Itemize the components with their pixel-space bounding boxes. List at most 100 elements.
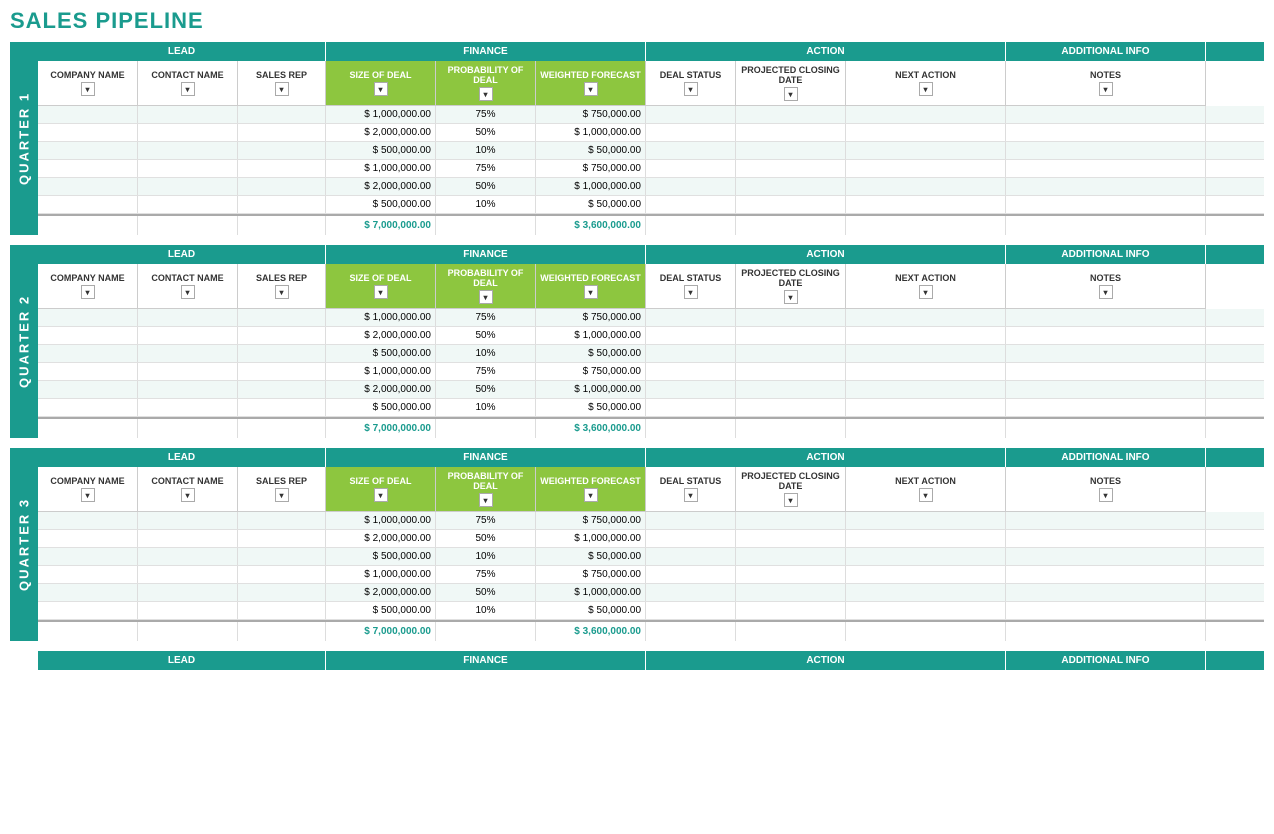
company-cell-q3-r2: [38, 530, 138, 547]
dropdown-arrow[interactable]: ▾: [275, 82, 289, 96]
notes-cell-q3-r6: [1006, 602, 1206, 619]
addinfo-section-header-q2: ADDITIONAL INFO: [1006, 245, 1206, 264]
size-of-deal-header-q2: SIZE OF DEAL▾: [326, 264, 436, 309]
prob-cell-q3-r1: 75%: [436, 512, 536, 529]
prob-cell-q1-r5: 50%: [436, 178, 536, 195]
dealstatus-cell-q2-r1: [646, 309, 736, 326]
dropdown-arrow[interactable]: ▾: [684, 82, 698, 96]
dropdown-arrow[interactable]: ▾: [479, 87, 493, 101]
weighted-cell-q1-r2: $ 1,000,000.00: [536, 124, 646, 141]
contact-name-header-q1: CONTACT NAME▾: [138, 61, 238, 106]
company-cell-q3-r6: [38, 602, 138, 619]
total-weighted-q3: $ 3,600,000.00: [536, 622, 646, 641]
addinfo-section-header-q3: ADDITIONAL INFO: [1006, 448, 1206, 467]
dropdown-arrow[interactable]: ▾: [1099, 488, 1113, 502]
nextaction-cell-q1-r4: [846, 160, 1006, 177]
sales-rep-header-label-q2: SALES REP: [256, 273, 307, 283]
notes-cell-q2-r4: [1006, 363, 1206, 380]
weighted-cell-q1-r6: $ 50,000.00: [536, 196, 646, 213]
total-prob-q2: [436, 419, 536, 438]
deal-status-header-label-q3: DEAL STATUS: [660, 476, 722, 486]
dropdown-arrow[interactable]: ▾: [919, 285, 933, 299]
salesrep-cell-q2-r4: [238, 363, 326, 380]
nextaction-cell-q3-r6: [846, 602, 1006, 619]
quarter-1-label: QUARTER 1: [10, 42, 38, 235]
probability-of-deal-header-q1: PROBABILITY OF DEAL▾: [436, 61, 536, 106]
finance-section-header-q3: FINANCE: [326, 448, 646, 467]
dropdown-arrow[interactable]: ▾: [275, 488, 289, 502]
dropdown-arrow[interactable]: ▾: [684, 488, 698, 502]
company-cell-q3-r4: [38, 566, 138, 583]
salesrep-cell-q2-r3: [238, 345, 326, 362]
weighted-cell-q3-r1: $ 750,000.00: [536, 512, 646, 529]
prob-cell-q1-r4: 75%: [436, 160, 536, 177]
probability-of-deal-header-q3: PROBABILITY OF DEAL▾: [436, 467, 536, 512]
total-action-0-q3: [646, 622, 736, 641]
company-cell-q2-r5: [38, 381, 138, 398]
deal-status-header-q3: DEAL STATUS ▾: [646, 467, 736, 512]
dropdown-arrow[interactable]: ▾: [479, 493, 493, 507]
weighted-cell-q3-r2: $ 1,000,000.00: [536, 530, 646, 547]
dropdown-arrow[interactable]: ▾: [1099, 285, 1113, 299]
dropdown-arrow[interactable]: ▾: [81, 488, 95, 502]
prob-cell-q1-r2: 50%: [436, 124, 536, 141]
dropdown-arrow[interactable]: ▾: [181, 285, 195, 299]
nextaction-cell-q3-r5: [846, 584, 1006, 601]
dropdown-arrow[interactable]: ▾: [81, 285, 95, 299]
dropdown-arrow[interactable]: ▾: [684, 285, 698, 299]
notes-cell-q1-r2: [1006, 124, 1206, 141]
dealstatus-cell-q2-r5: [646, 381, 736, 398]
size-cell-q1-r3: $ 500,000.00: [326, 142, 436, 159]
dropdown-arrow[interactable]: ▾: [784, 87, 798, 101]
quarters-container: QUARTER 1LEADFINANCEACTIONADDITIONAL INF…: [10, 42, 1264, 641]
salesrep-cell-q3-r3: [238, 548, 326, 565]
dropdown-arrow[interactable]: ▾: [784, 493, 798, 507]
dropdown-arrow[interactable]: ▾: [374, 285, 388, 299]
dropdown-arrow[interactable]: ▾: [584, 488, 598, 502]
nextaction-cell-q1-r1: [846, 106, 1006, 123]
data-row-q2-r4: $ 1,000,000.0075%$ 750,000.00: [38, 363, 1264, 381]
projdate-cell-q2-r2: [736, 327, 846, 344]
dropdown-arrow[interactable]: ▾: [275, 285, 289, 299]
projected-closing-date-header-label-q2: PROJECTED CLOSING DATE: [738, 268, 843, 288]
dropdown-arrow[interactable]: ▾: [919, 82, 933, 96]
data-row-q2-r2: $ 2,000,000.0050%$ 1,000,000.00: [38, 327, 1264, 345]
dropdown-arrow[interactable]: ▾: [181, 82, 195, 96]
dropdown-arrow[interactable]: ▾: [374, 82, 388, 96]
contact-cell-q1-r3: [138, 142, 238, 159]
nextaction-cell-q1-r5: [846, 178, 1006, 195]
company-cell-q3-r3: [38, 548, 138, 565]
dropdown-arrow[interactable]: ▾: [81, 82, 95, 96]
dropdown-arrow[interactable]: ▾: [584, 82, 598, 96]
total-size-q2: $ 7,000,000.00: [326, 419, 436, 438]
contact-cell-q2-r5: [138, 381, 238, 398]
quarter-1-content: LEADFINANCEACTIONADDITIONAL INFOCOMPANY …: [38, 42, 1264, 235]
dropdown-arrow[interactable]: ▾: [584, 285, 598, 299]
salesrep-cell-q2-r1: [238, 309, 326, 326]
prob-cell-q3-r3: 10%: [436, 548, 536, 565]
dropdown-arrow[interactable]: ▾: [1099, 82, 1113, 96]
notes-cell-q2-r2: [1006, 327, 1206, 344]
contact-name-header-label-q2: CONTACT NAME: [151, 273, 223, 283]
dealstatus-cell-q1-r1: [646, 106, 736, 123]
prob-cell-q3-r6: 10%: [436, 602, 536, 619]
prob-cell-q2-r2: 50%: [436, 327, 536, 344]
data-row-q2-r5: $ 2,000,000.0050%$ 1,000,000.00: [38, 381, 1264, 399]
quarter-3-wrapper: QUARTER 3LEADFINANCEACTIONADDITIONAL INF…: [10, 448, 1264, 641]
dropdown-arrow[interactable]: ▾: [479, 290, 493, 304]
data-row-q2-r1: $ 1,000,000.0075%$ 750,000.00: [38, 309, 1264, 327]
dropdown-arrow[interactable]: ▾: [784, 290, 798, 304]
dropdown-arrow[interactable]: ▾: [374, 488, 388, 502]
contact-cell-q3-r3: [138, 548, 238, 565]
salesrep-cell-q1-r3: [238, 142, 326, 159]
data-row-q1-r3: $ 500,000.0010%$ 50,000.00: [38, 142, 1264, 160]
next-action-header-q1: NEXT ACTION▾: [846, 61, 1006, 106]
total-size-q1: $ 7,000,000.00: [326, 216, 436, 235]
lead-section-header-q4: LEAD: [38, 651, 326, 670]
size-cell-q2-r4: $ 1,000,000.00: [326, 363, 436, 380]
salesrep-cell-q1-r2: [238, 124, 326, 141]
dropdown-arrow[interactable]: ▾: [181, 488, 195, 502]
dropdown-arrow[interactable]: ▾: [919, 488, 933, 502]
salesrep-cell-q1-r6: [238, 196, 326, 213]
projdate-cell-q2-r1: [736, 309, 846, 326]
